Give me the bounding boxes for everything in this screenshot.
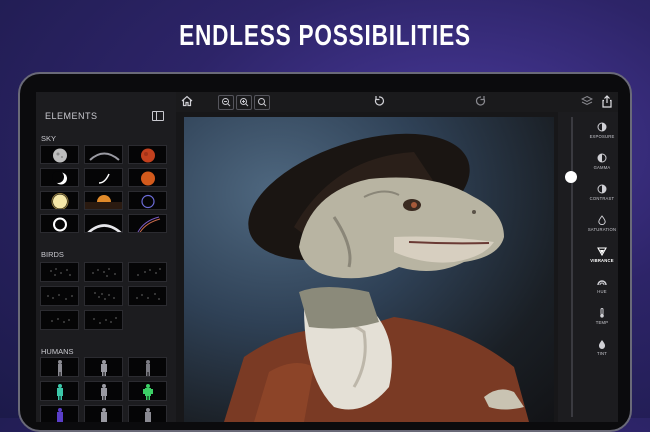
tool-temp-label: TEMP bbox=[595, 320, 609, 325]
birds-item-7[interactable] bbox=[40, 310, 79, 330]
birds-item-8[interactable] bbox=[84, 310, 123, 330]
top-toolbar bbox=[176, 92, 618, 112]
sky-item-moon-horizon[interactable] bbox=[84, 145, 123, 164]
undo-icon[interactable] bbox=[372, 95, 386, 109]
birds-item-1[interactable] bbox=[40, 262, 79, 282]
humans-item-5[interactable] bbox=[84, 381, 123, 401]
section-label-humans: HUMANS bbox=[41, 347, 74, 356]
image-canvas[interactable] bbox=[184, 117, 554, 422]
home-icon[interactable] bbox=[180, 95, 194, 109]
tool-gamma[interactable]: GAMMA bbox=[587, 153, 617, 170]
zoom-fit-icon[interactable] bbox=[254, 95, 270, 110]
birds-item-4[interactable] bbox=[40, 286, 79, 306]
saturation-icon bbox=[598, 215, 606, 225]
humans-item-2[interactable] bbox=[84, 357, 123, 377]
tool-vibrance-label: VIBRANCE bbox=[590, 258, 614, 263]
birds-item-6[interactable] bbox=[128, 286, 167, 306]
sky-item-sun-orange[interactable] bbox=[128, 168, 167, 187]
tint-icon bbox=[598, 340, 606, 349]
tool-tint[interactable]: TINT bbox=[587, 339, 617, 356]
tool-hue-label: HUE bbox=[597, 289, 607, 294]
tool-saturation[interactable]: SATURATION bbox=[587, 215, 617, 232]
tool-vibrance[interactable]: VIBRANCE bbox=[587, 246, 617, 263]
tool-tint-label: TINT bbox=[596, 351, 608, 356]
sky-item-yellow-sun[interactable] bbox=[40, 191, 79, 210]
birds-item-2[interactable] bbox=[84, 262, 123, 282]
redo-icon[interactable] bbox=[474, 95, 488, 109]
section-label-sky: SKY bbox=[41, 134, 57, 143]
elements-sidebar: ELEMENTS SKY BIRDS HUMANS bbox=[36, 92, 176, 422]
sidebar-toggle-icon[interactable] bbox=[152, 111, 164, 121]
contrast-icon bbox=[597, 184, 607, 194]
tool-contrast-label: CONTRAST bbox=[589, 196, 615, 201]
tool-saturation-label: SATURATION bbox=[587, 227, 617, 232]
sky-item-sunset[interactable] bbox=[84, 191, 123, 210]
sky-item-thin-crescent[interactable] bbox=[84, 168, 123, 187]
sky-grid bbox=[40, 145, 167, 233]
adjustment-slider-track[interactable] bbox=[571, 117, 573, 417]
birds-grid bbox=[40, 262, 167, 330]
sky-item-planet-arc[interactable] bbox=[84, 214, 123, 233]
zoom-in-icon[interactable] bbox=[236, 95, 252, 110]
tool-exposure[interactable]: EXPOSURE bbox=[587, 122, 617, 139]
humans-item-4[interactable] bbox=[40, 381, 79, 401]
humans-item-6[interactable] bbox=[128, 381, 167, 401]
share-icon[interactable] bbox=[600, 95, 614, 109]
humans-item-3[interactable] bbox=[128, 357, 167, 377]
artwork-portrait bbox=[224, 133, 529, 422]
humans-item-1[interactable] bbox=[40, 357, 79, 377]
tablet-frame: ELEMENTS SKY BIRDS HUMANS EXPOSURE GAMMA… bbox=[18, 72, 632, 432]
sky-item-red-moon[interactable] bbox=[128, 145, 167, 164]
sky-item-moon-full[interactable] bbox=[40, 145, 79, 164]
adjustments-panel: EXPOSURE GAMMA CONTRAST SATURATION VIBRA… bbox=[558, 112, 618, 422]
hue-icon bbox=[597, 280, 607, 286]
humans-grid bbox=[40, 357, 167, 422]
humans-item-8[interactable] bbox=[84, 405, 123, 422]
temp-icon bbox=[600, 308, 604, 318]
sky-item-eclipse-ring[interactable] bbox=[128, 191, 167, 210]
tool-gamma-label: GAMMA bbox=[593, 165, 611, 170]
section-label-birds: BIRDS bbox=[41, 250, 64, 259]
sky-item-crescent[interactable] bbox=[40, 168, 79, 187]
zoom-out-icon[interactable] bbox=[218, 95, 234, 110]
sidebar-title: ELEMENTS bbox=[45, 111, 98, 121]
tool-temp[interactable]: TEMP bbox=[587, 308, 617, 325]
tool-exposure-label: EXPOSURE bbox=[589, 134, 615, 139]
app-screen: ELEMENTS SKY BIRDS HUMANS EXPOSURE GAMMA… bbox=[36, 92, 618, 422]
sky-item-white-ring[interactable] bbox=[40, 214, 79, 233]
birds-item-3[interactable] bbox=[128, 262, 167, 282]
tool-contrast[interactable]: CONTRAST bbox=[587, 184, 617, 201]
vibrance-icon bbox=[597, 247, 607, 256]
gamma-icon bbox=[597, 153, 607, 163]
birds-item-5[interactable] bbox=[84, 286, 123, 306]
tool-hue[interactable]: HUE bbox=[587, 277, 617, 294]
layers-icon[interactable] bbox=[580, 95, 594, 109]
headline: ENDLESS POSSIBILITIES bbox=[179, 20, 471, 52]
humans-item-7[interactable] bbox=[40, 405, 79, 422]
sky-item-rainbow[interactable] bbox=[128, 214, 167, 233]
zoom-controls bbox=[218, 95, 290, 110]
adjustment-slider-knob[interactable] bbox=[565, 171, 577, 183]
humans-item-9[interactable] bbox=[128, 405, 167, 422]
exposure-icon bbox=[597, 122, 607, 132]
